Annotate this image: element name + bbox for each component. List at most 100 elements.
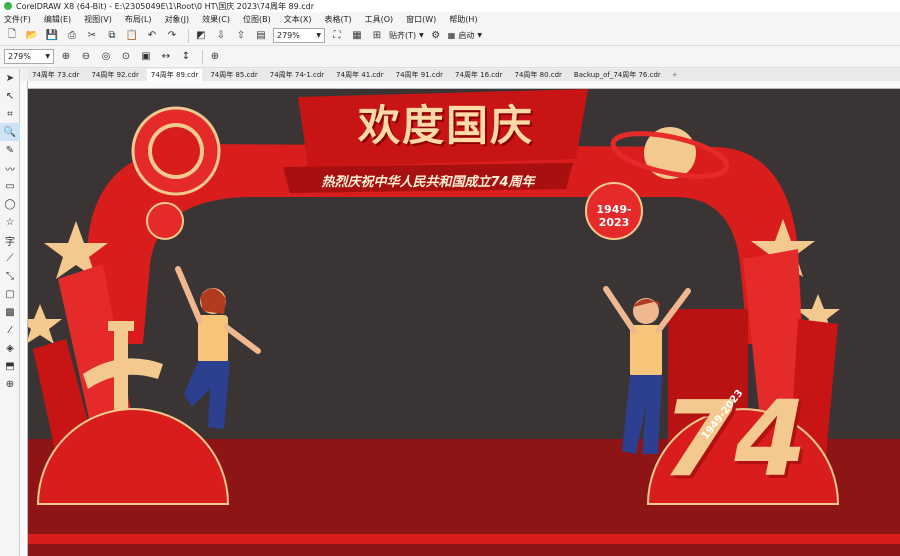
paste-icon[interactable]: 📋	[124, 28, 140, 44]
vertical-ruler[interactable]	[20, 81, 28, 556]
subline-text: 热烈庆祝中华人民共和国成立74周年	[321, 175, 535, 190]
zoom-level-value: 279%	[277, 31, 300, 40]
tab-74-41[interactable]: 74周年 41.cdr	[332, 69, 387, 81]
cut-icon[interactable]: ✂	[84, 28, 100, 44]
menu-layout[interactable]: 布局(L)	[125, 14, 152, 25]
window-title: CorelDRAW X8 (64-Bit) - E:\2305049E\1\Ro…	[16, 1, 315, 11]
drop-shadow-tool-icon[interactable]: ▢	[0, 285, 20, 303]
print-icon[interactable]: ⎙	[64, 28, 80, 44]
show-grid-icon[interactable]: ⊞	[369, 28, 385, 44]
chevron-down-icon: ▼	[316, 32, 321, 39]
menu-bitmaps[interactable]: 位图(B)	[243, 14, 271, 25]
search-content-icon[interactable]: ◩	[193, 28, 209, 44]
menu-help[interactable]: 帮助(H)	[449, 14, 477, 25]
menu-view[interactable]: 视图(V)	[84, 14, 112, 25]
save-icon[interactable]: 💾	[44, 28, 60, 44]
drawing-canvas[interactable]: 欢度国庆 热烈庆祝中华人民共和国成立74周年 1949-2023 74 1949…	[28, 89, 900, 556]
export-icon[interactable]: ⇧	[233, 28, 249, 44]
interactive-fill-tool-icon[interactable]: ◈	[0, 339, 20, 357]
tab-74-16[interactable]: 74周年 16.cdr	[451, 69, 506, 81]
menu-edit[interactable]: 编辑(E)	[44, 14, 71, 25]
stage-stripe	[28, 534, 900, 544]
open-icon[interactable]: 📂	[24, 28, 40, 44]
left-medallion-inner	[152, 127, 200, 175]
menu-bar: 文件(F) 编辑(E) 视图(V) 布局(L) 对象(J) 效果(C) 位图(B…	[0, 12, 900, 26]
new-tab-plus-icon[interactable]: +	[669, 69, 681, 81]
crop-tool-icon[interactable]: ⌗	[0, 105, 20, 123]
menu-effects[interactable]: 效果(C)	[202, 14, 230, 25]
standard-toolbar: 🗋 📂 💾 ⎙ ✂ ⧉ 📋 ↶ ↷ ◩ ⇩ ⇧ ▤ 279% ▼ ⛶ ▦ ⊞ 贴…	[0, 26, 900, 46]
menu-tools[interactable]: 工具(O)	[365, 14, 394, 25]
tab-74-80[interactable]: 74周年 80.cdr	[510, 69, 565, 81]
launcher-icon: ▦	[447, 31, 456, 40]
copy-icon[interactable]: ⧉	[104, 28, 120, 44]
menu-object[interactable]: 对象(J)	[165, 14, 190, 25]
headline-text: 欢度国庆	[357, 101, 534, 150]
zoom-levels-value: 279%	[8, 52, 31, 61]
horizontal-ruler[interactable]	[28, 81, 900, 89]
snap-to-label: 贴齐(T)	[389, 31, 417, 40]
show-rulers-icon[interactable]: ▦	[349, 28, 365, 44]
color-eyedropper-tool-icon[interactable]: ⁄	[0, 321, 20, 339]
add-tool-icon[interactable]: ⊕	[0, 375, 20, 393]
undo-icon[interactable]: ↶	[144, 28, 160, 44]
add-preset-icon[interactable]: ⊕	[207, 49, 223, 65]
zoom-to-page-icon[interactable]: ▣	[138, 49, 154, 65]
tab-74-74-1[interactable]: 74周年 74-1.cdr	[266, 69, 328, 81]
coreldraw-logo-icon	[4, 2, 12, 10]
shape-tool-icon[interactable]: ↖	[0, 87, 20, 105]
rectangle-tool-icon[interactable]: ▭	[0, 177, 20, 195]
chevron-down-icon: ▼	[477, 32, 482, 39]
monument-capital	[108, 321, 134, 331]
zoom-in-icon[interactable]: ⊕	[58, 49, 74, 65]
launcher-label: 启动	[458, 31, 475, 40]
title-bar: CorelDRAW X8 (64-Bit) - E:\2305049E\1\Ro…	[0, 0, 900, 12]
year-badge-text: 1949-2023	[596, 203, 632, 229]
zoom-levels-select[interactable]: 279% ▼	[4, 49, 54, 64]
pick-tool-icon[interactable]: ➤	[0, 69, 20, 87]
toolbox: ➤ ↖ ⌗ 🔍 ✎ 〰 ▭ ◯ ☆ 字 ⟋ ⤡ ▢ ▩ ⁄ ◈ ⬒ ⊕	[0, 69, 20, 556]
full-screen-icon[interactable]: ⛶	[329, 28, 345, 44]
new-document-icon[interactable]: 🗋	[4, 28, 20, 44]
application-launcher[interactable]: ▦ 启动 ▼	[448, 30, 482, 41]
tab-74-89[interactable]: 74周年 89.cdr	[146, 69, 203, 81]
ellipse-tool-icon[interactable]: ◯	[0, 195, 20, 213]
text-tool-icon[interactable]: 字	[0, 231, 20, 249]
toolbar-divider	[202, 49, 203, 64]
options-gear-icon[interactable]: ⚙	[428, 28, 444, 44]
zoom-to-selected-icon[interactable]: ◎	[98, 49, 114, 65]
polygon-tool-icon[interactable]: ☆	[0, 213, 20, 231]
smart-fill-tool-icon[interactable]: ⬒	[0, 357, 20, 375]
tab-74-91[interactable]: 74周年 91.cdr	[392, 69, 447, 81]
transparency-tool-icon[interactable]: ▩	[0, 303, 20, 321]
zoom-level-select[interactable]: 279% ▼	[273, 28, 325, 43]
left-star-small	[28, 304, 62, 344]
left-jumping-figure	[175, 266, 261, 429]
chevron-down-icon: ▼	[419, 32, 424, 39]
tab-backup-74-76[interactable]: Backup_of_74周年 76.cdr	[570, 69, 665, 81]
chevron-down-icon: ▼	[45, 53, 50, 60]
menu-table[interactable]: 表格(T)	[324, 14, 351, 25]
parallel-dimension-tool-icon[interactable]: ⟋	[0, 249, 20, 267]
tab-74-85[interactable]: 74周年 85.cdr	[206, 69, 261, 81]
zoom-out-icon[interactable]: ⊖	[78, 49, 94, 65]
connector-tool-icon[interactable]: ⤡	[0, 267, 20, 285]
zoom-to-all-objects-icon[interactable]: ⊙	[118, 49, 134, 65]
snap-to-dropdown[interactable]: 贴齐(T) ▼	[389, 30, 424, 41]
small-medallion	[146, 202, 184, 240]
freehand-tool-icon[interactable]: ✎	[0, 141, 20, 159]
menu-window[interactable]: 窗口(W)	[406, 14, 436, 25]
menu-text[interactable]: 文本(X)	[284, 14, 312, 25]
document-tabs: 74周年 73.cdr 74周年 92.cdr 74周年 89.cdr 74周年…	[28, 69, 900, 81]
zoom-to-page-height-icon[interactable]: ↕	[178, 49, 194, 65]
redo-icon[interactable]: ↷	[164, 28, 180, 44]
zoom-to-page-width-icon[interactable]: ↔	[158, 49, 174, 65]
toolbar-divider	[188, 28, 189, 43]
menu-file[interactable]: 文件(F)	[4, 14, 31, 25]
tab-74-92[interactable]: 74周年 92.cdr	[87, 69, 142, 81]
artistic-media-tool-icon[interactable]: 〰	[0, 159, 20, 177]
zoom-tool-icon[interactable]: 🔍	[0, 123, 20, 141]
import-icon[interactable]: ⇩	[213, 28, 229, 44]
tab-74-73[interactable]: 74周年 73.cdr	[28, 69, 83, 81]
publish-pdf-icon[interactable]: ▤	[253, 28, 269, 44]
